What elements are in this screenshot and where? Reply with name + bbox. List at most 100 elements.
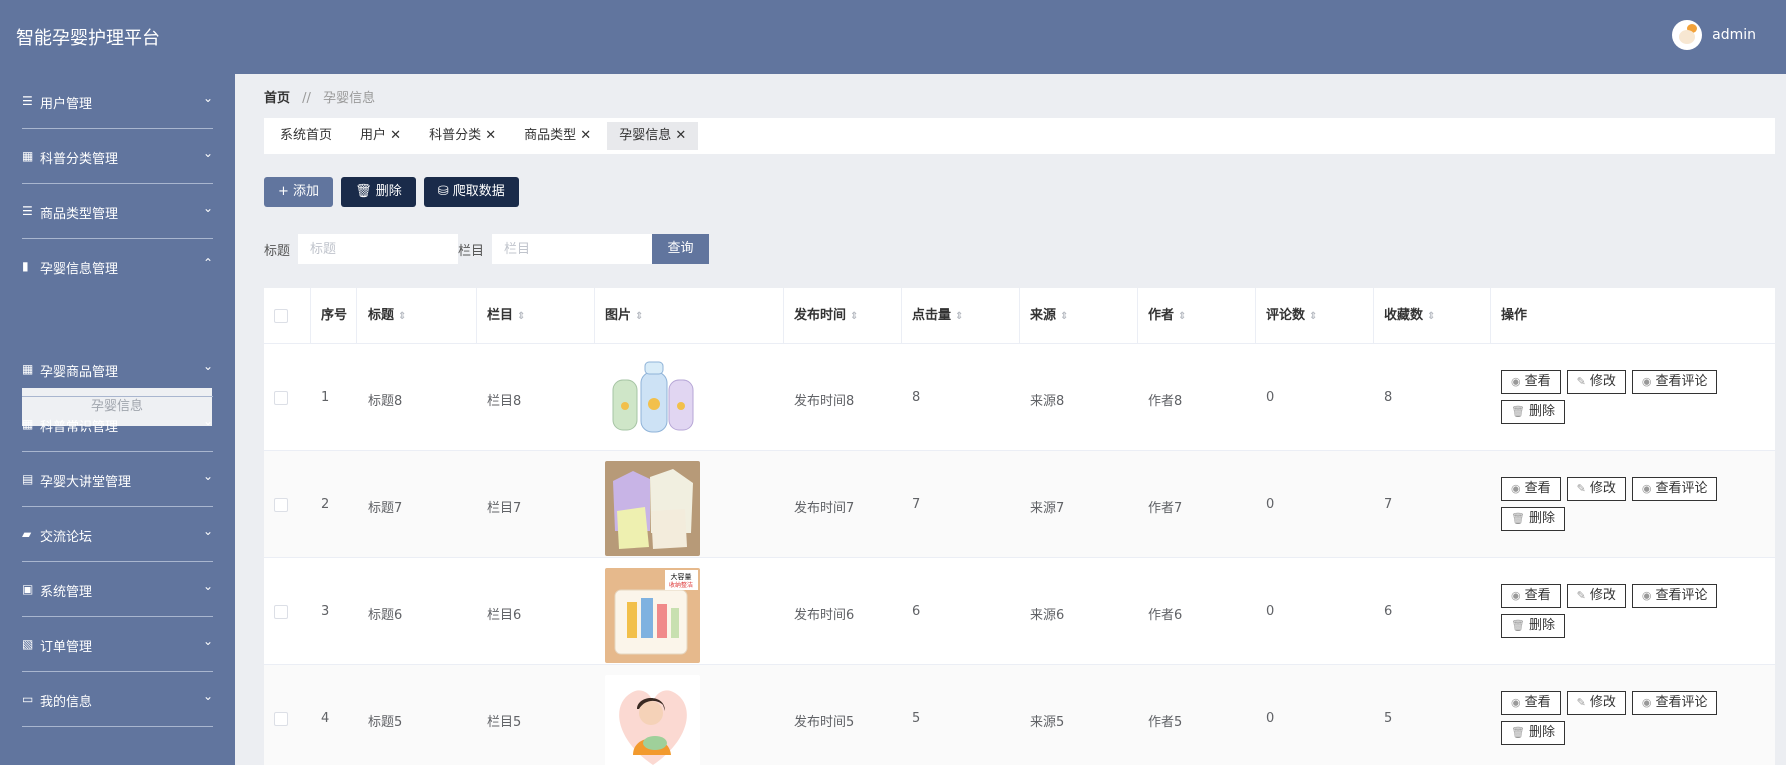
column-header-column[interactable]: 栏目 ⇕ [487,288,525,343]
edit-button[interactable]: ✎ 修改 [1566,477,1626,501]
cell-source: 来源5 [1030,715,1065,730]
row-actions: ◉ 查看 ✎ 修改 ◉ 查看评论 🗑 删除 [1501,584,1761,644]
chevron-down-icon: ⌄ [202,689,213,703]
sidebar-item-product-type[interactable]: ☰ 商品类型管理 ⌄ [0,184,235,239]
sidebar-item-baby-info[interactable]: ▮ 孕婴信息管理 ⌃ [0,239,235,294]
row-checkbox[interactable] [274,605,288,619]
sort-icon[interactable]: ⇕ [517,311,525,322]
cell-clicks: 8 [912,390,921,405]
cell-publish-time: 发布时间7 [794,501,855,516]
sidebar-item-label: 孕婴大讲堂管理 [40,475,132,490]
sort-icon[interactable]: ⇕ [635,311,643,322]
view-button[interactable]: ◉ 查看 [1501,691,1561,715]
column-header-author[interactable]: 作者 ⇕ [1148,288,1186,343]
view-button[interactable]: ◉ 查看 [1501,370,1561,394]
column-header-title[interactable]: 标题 ⇕ [368,288,406,343]
username[interactable]: admin [1712,27,1756,43]
sidebar-item-forum[interactable]: ▰ 交流论坛 ⌄ [0,507,235,562]
column-header-no: 序号 [321,308,348,323]
select-all-checkbox[interactable] [274,309,288,323]
column-header-actions: 操作 [1501,308,1528,323]
close-icon[interactable]: ✕ [390,128,401,143]
edit-button[interactable]: ✎ 修改 [1566,691,1626,715]
sidebar-item-label: 孕婴商品管理 [40,365,119,380]
column-header-image[interactable]: 图片 ⇕ [605,288,643,343]
column-header-favorites[interactable]: 收藏数 ⇕ [1384,288,1435,343]
row-checkbox[interactable] [274,391,288,405]
toolbar: + 添加 🗑 删除 ⛁ 爬取数据 [264,177,527,207]
sidebar-item-science-knowledge[interactable]: ▦ 科普常识管理 ⌄ [0,397,235,452]
clipboard-icon: ▤ [22,472,34,486]
close-icon[interactable]: ✕ [675,128,686,143]
tab-home[interactable]: 系统首页 [268,122,344,150]
view-comments-button[interactable]: ◉ 查看评论 [1631,584,1718,608]
tab-product-type[interactable]: 商品类型 ✕ [512,122,603,150]
sidebar-item-label: 科普常识管理 [40,420,119,435]
sidebar-item-orders[interactable]: ▧ 订单管理 ⌄ [0,617,235,672]
sort-icon[interactable]: ⇕ [1427,311,1435,322]
close-icon[interactable]: ✕ [485,128,496,143]
sort-icon[interactable]: ⇕ [398,311,406,322]
baby-bottles-image[interactable] [605,354,700,449]
sort-icon[interactable]: ⇕ [955,311,963,322]
baby-clothes-image[interactable] [605,461,700,556]
mother-baby-image[interactable] [605,675,700,765]
delete-row-button[interactable]: 🗑 删除 [1501,614,1565,638]
sidebar-item-my-info[interactable]: ▭ 我的信息 ⌄ [0,672,235,727]
tab-baby-info[interactable]: 孕婴信息 ✕ [607,122,699,150]
delete-row-button[interactable]: 🗑 删除 [1501,400,1565,424]
sort-icon[interactable]: ⇕ [1060,311,1068,322]
sidebar-item-user-management[interactable]: ☰ 用户管理 ⌄ [0,74,235,129]
row-checkbox[interactable] [274,712,288,726]
add-button[interactable]: + 添加 [264,177,334,207]
title-search-input[interactable] [298,234,459,264]
view-comments-button[interactable]: ◉ 查看评论 [1631,477,1718,501]
sort-icon[interactable]: ⇕ [1309,311,1317,322]
column-header-clicks[interactable]: 点击量 ⇕ [912,288,963,343]
image-badge-top: 大容量 [671,572,692,581]
delete-row-button[interactable]: 🗑 删除 [1501,507,1565,531]
trash-icon: 🗑 [355,184,372,199]
trash-icon: 🗑 [1511,405,1525,418]
close-icon[interactable]: ✕ [580,128,591,143]
sidebar-item-lecture[interactable]: ▤ 孕婴大讲堂管理 ⌄ [0,452,235,507]
delete-row-button[interactable]: 🗑 删除 [1501,721,1565,745]
sidebar-item-baby-goods[interactable]: ▦ 孕婴商品管理 ⌄ [0,342,235,397]
tab-bar: 系统首页 用户 ✕ 科普分类 ✕ 商品类型 ✕ 孕婴信息 ✕ [264,118,1775,154]
search-button[interactable]: 查询 [652,234,710,264]
column-header-publish-time[interactable]: 发布时间 ⇕ [794,288,858,343]
view-button[interactable]: ◉ 查看 [1501,584,1561,608]
avatar[interactable] [1672,20,1703,50]
tab-user[interactable]: 用户 ✕ [348,122,413,150]
column-search-input[interactable] [492,234,653,264]
view-comments-button[interactable]: ◉ 查看评论 [1631,370,1718,394]
view-button[interactable]: ◉ 查看 [1501,477,1561,501]
eye-icon: ◉ [1511,589,1521,602]
delete-button[interactable]: 🗑 删除 [341,177,416,207]
trash-icon: 🗑 [1511,726,1525,739]
sidebar-item-system[interactable]: ▣ 系统管理 ⌄ [0,562,235,617]
breadcrumb-home[interactable]: 首页 [264,91,290,106]
edit-button[interactable]: ✎ 修改 [1566,584,1626,608]
list-icon: ☰ [22,94,33,108]
sort-icon[interactable]: ⇕ [1178,311,1186,322]
user-menu[interactable]: admin [1672,20,1756,50]
view-comments-button[interactable]: ◉ 查看评论 [1631,691,1718,715]
table-row: 3 标题6 栏目6 大容量 收纳整洁 发布时间6 6 来源6 作者6 0 6 ◉… [264,557,1775,665]
sidebar-item-science-category[interactable]: ▦ 科普分类管理 ⌄ [0,129,235,184]
order-icon: ▧ [22,637,34,651]
eye-icon: ◉ [1641,589,1652,602]
column-header-comments[interactable]: 评论数 ⇕ [1266,288,1317,343]
row-checkbox[interactable] [274,498,288,512]
tab-science-category[interactable]: 科普分类 ✕ [417,122,508,150]
column-header-source[interactable]: 来源 ⇕ [1030,288,1068,343]
table-row: 4 标题5 栏目5 发布时间5 5 来源5 作者5 0 5 ◉ 查看 ✎ 修改 ◉ 查看评… [264,664,1775,765]
sidebar-item-label: 商品类型管理 [40,207,119,222]
crawl-data-button[interactable]: ⛁ 爬取数据 [423,177,519,207]
sort-icon[interactable]: ⇕ [850,311,858,322]
chevron-up-icon: ⌃ [202,256,213,270]
storage-box-image[interactable]: 大容量 收纳整洁 [605,568,700,663]
edit-button[interactable]: ✎ 修改 [1566,370,1626,394]
list-icon: ☰ [22,204,33,218]
sidebar-item-label: 系统管理 [40,585,93,600]
